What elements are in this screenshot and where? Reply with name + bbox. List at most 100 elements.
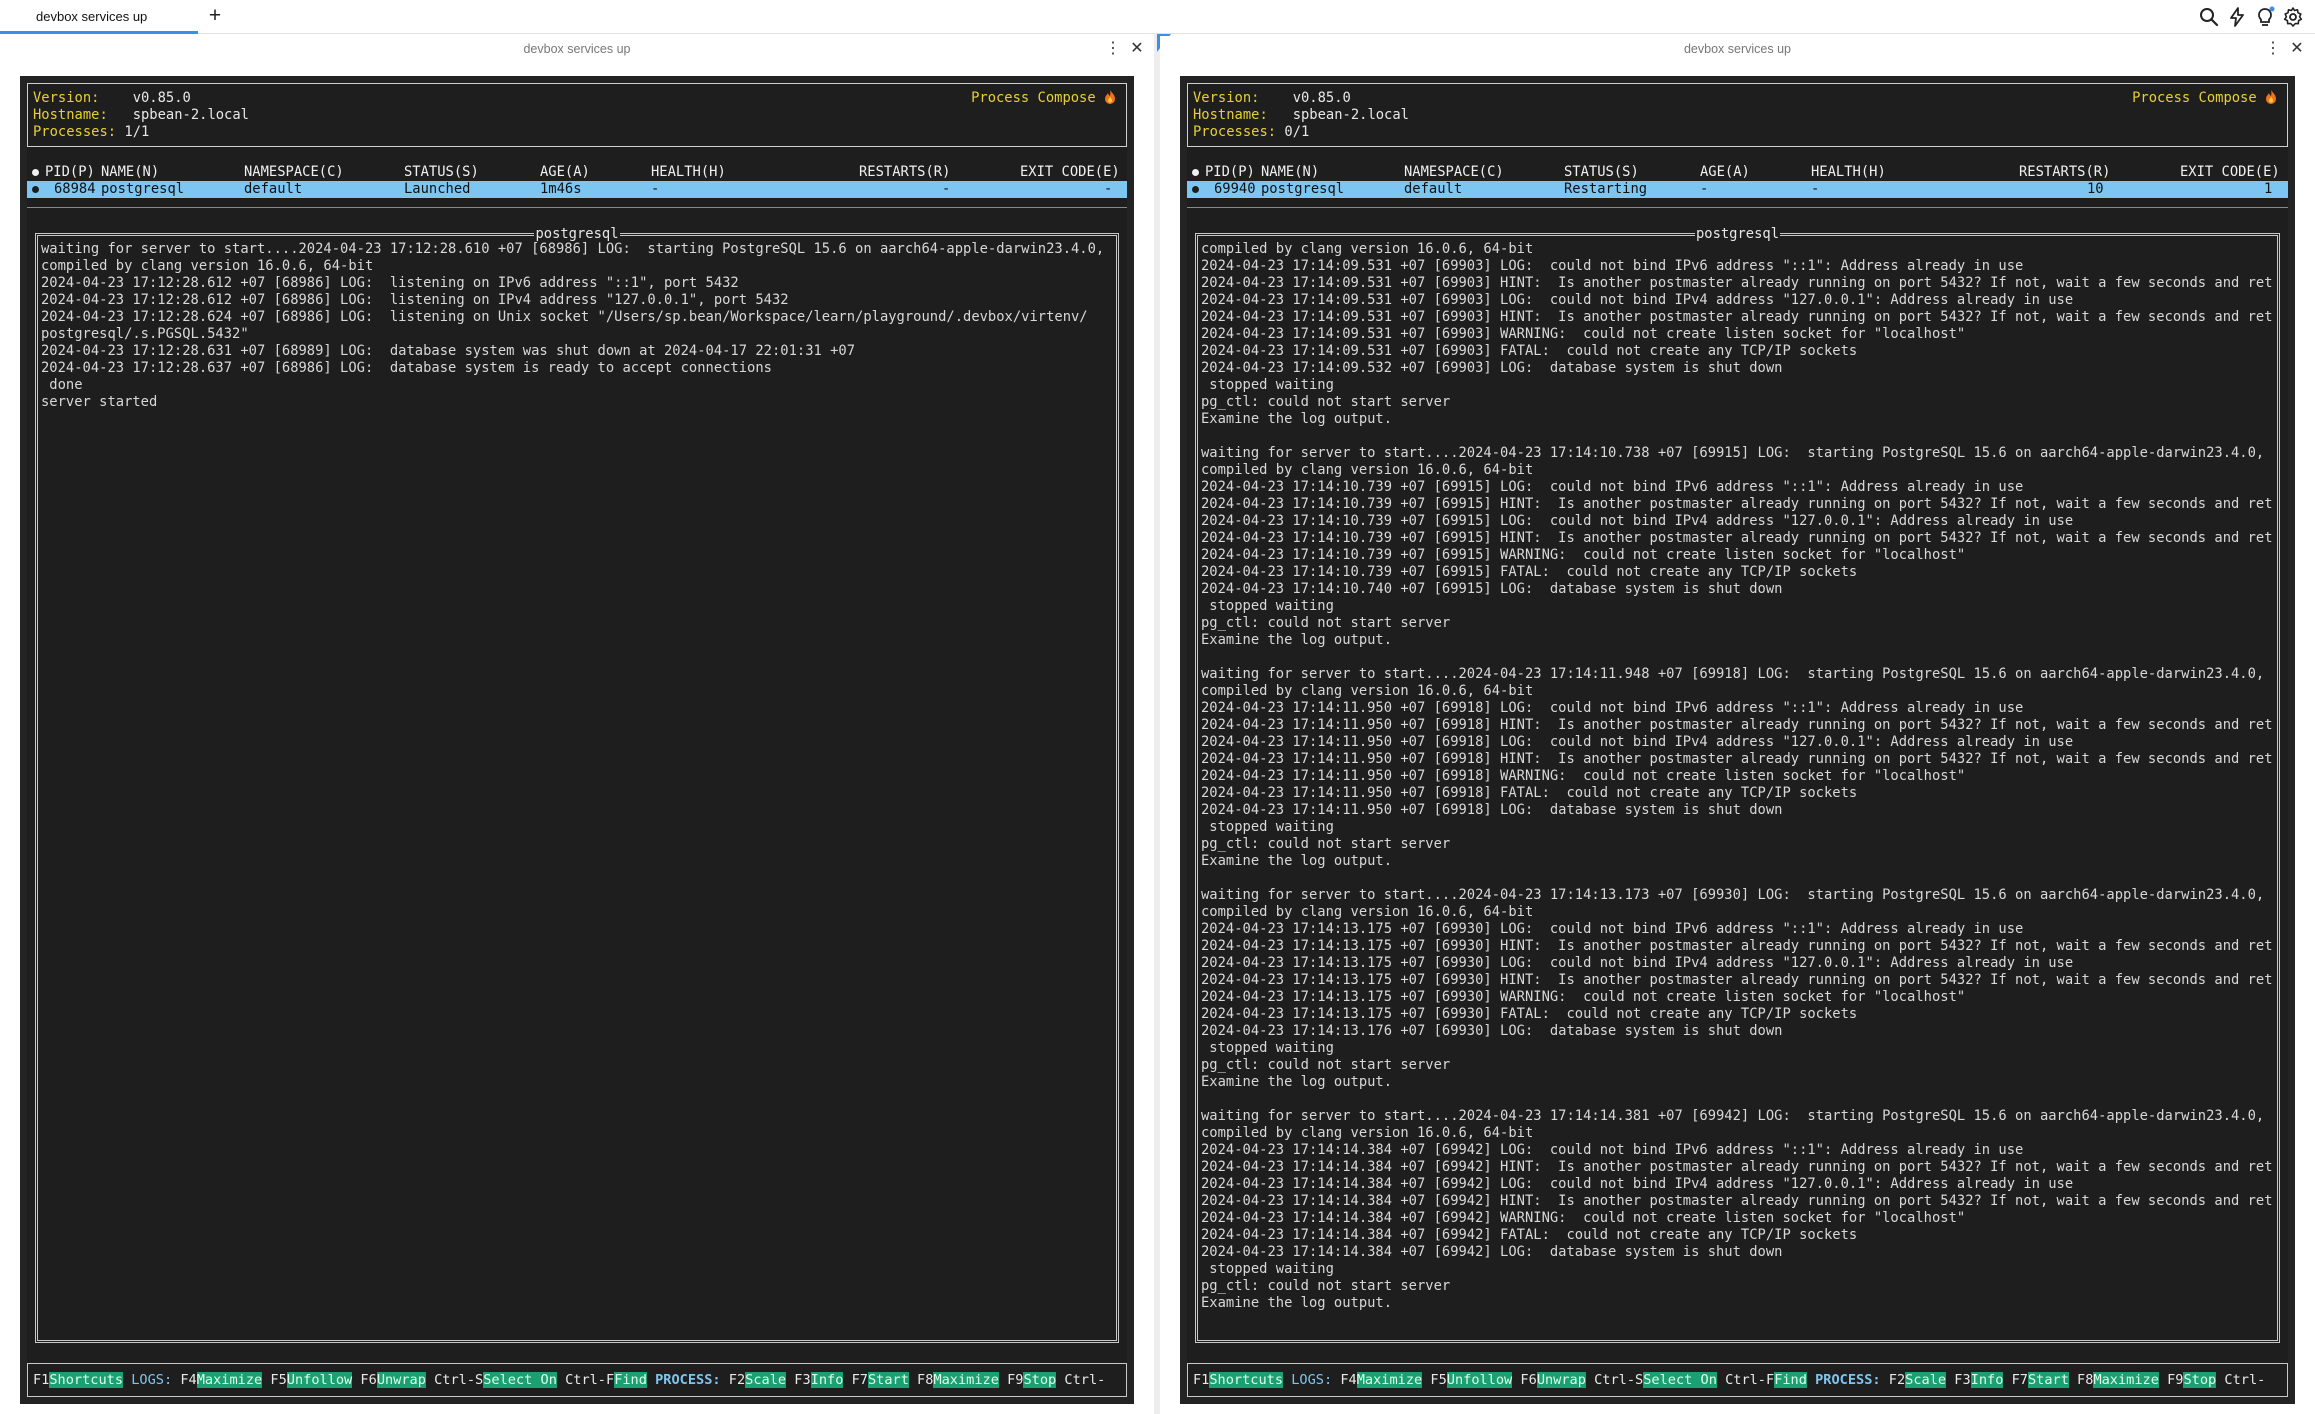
shortcut-action[interactable]: Stop [1023, 1372, 1057, 1388]
shortcut-key: F7 [843, 1372, 868, 1388]
log-title-text: postgresql [1694, 226, 1781, 242]
cell-age: - [1700, 181, 1709, 197]
log-output[interactable]: compiled by clang version 16.0.6, 64-bit… [1201, 241, 2274, 1337]
shortcut-key: Ctrl-S [425, 1372, 484, 1388]
cell-name: postgresql [1261, 181, 1345, 197]
shortcut-action[interactable]: Info [1970, 1372, 2004, 1388]
close-icon[interactable]: ✕ [2289, 40, 2305, 58]
shortcut-action[interactable]: Maximize [1356, 1372, 1423, 1388]
shortcut-action[interactable]: Unfollow [1446, 1372, 1513, 1388]
col-exit-code[interactable]: EXIT CODE(E) [2180, 164, 2280, 181]
log-line: ​ [1201, 428, 2274, 445]
shortcut-key: F6 [352, 1372, 377, 1388]
shortcut-action[interactable]: Find [614, 1372, 647, 1388]
log-line: 2024-04-23 17:14:09.531 +07 [69903] HINT… [1201, 309, 2274, 325]
log-output[interactable]: waiting for server to start....2024-04-2… [41, 241, 1113, 1337]
close-icon[interactable]: ✕ [1129, 40, 1145, 58]
terminal[interactable]: Version: v0.85.0 Hostname: spbean-2.loca… [20, 76, 1134, 1404]
cell-health: - [651, 181, 660, 197]
cell-name: postgresql [101, 181, 185, 197]
info-header: Version: v0.85.0 Hostname: spbean-2.loca… [27, 83, 1127, 147]
col-restarts[interactable]: RESTARTS(R) [2019, 164, 2110, 181]
log-line: 2024-04-23 17:14:11.950 +07 [69918] FATA… [1201, 785, 1858, 801]
col-restarts[interactable]: RESTARTS(R) [859, 164, 950, 181]
hostname-value: spbean-2.local [1292, 107, 1409, 123]
log-line: 2024-04-23 17:14:09.532 +07 [69903] LOG:… [1201, 360, 1783, 376]
shortcut-action[interactable]: Maximize [933, 1372, 999, 1388]
log-line: Examine the log output. [1201, 632, 1393, 648]
shortcut-action[interactable]: Unwrap [1536, 1372, 1586, 1388]
shortcut-action[interactable]: Unwrap [376, 1372, 426, 1388]
tab-devbox-services-up[interactable]: devbox services up [0, 0, 198, 34]
col-age[interactable]: AGE(A) [540, 164, 590, 181]
shortcut-action[interactable]: Maximize [2093, 1372, 2159, 1388]
shortcut-key: F1 [1193, 1372, 1210, 1388]
log-line: stopped waiting [1201, 377, 1334, 393]
search-icon[interactable] [2197, 5, 2221, 29]
cell-health: - [1811, 181, 1820, 197]
log-line: 2024-04-23 17:14:10.739 +07 [69915] FATA… [1201, 564, 1858, 580]
col-name[interactable]: NAME(N) [101, 164, 159, 181]
shortcut-group-label: PROCESS: [646, 1372, 729, 1388]
log-panel[interactable]: postgresql compiled by clang version 16.… [1195, 226, 2280, 1343]
shortcut-action[interactable]: Stop [2183, 1372, 2217, 1388]
log-line: pg_ctl: could not start server [1201, 1057, 1451, 1073]
log-line: stopped waiting [1201, 1040, 1334, 1056]
table-row[interactable]: 69940 postgresql default Restarting - - … [1187, 181, 2288, 198]
shortcut-action[interactable]: Unfollow [286, 1372, 353, 1388]
col-namespace[interactable]: NAMESPACE(C) [1404, 164, 1504, 181]
table-row[interactable]: 68984 postgresql default Launched 1m46s … [27, 181, 1127, 198]
shortcut-action[interactable]: Select On [1643, 1372, 1717, 1388]
log-line: server started [41, 394, 158, 410]
cell-exit-code: - [1104, 181, 1113, 197]
gear-icon[interactable] [2281, 5, 2305, 29]
shortcut-key: Ctrl- [2216, 1372, 2266, 1388]
shortcut-bar: F1Shortcuts LOGS: F4Maximize F5Unfollow … [27, 1363, 1127, 1397]
shortcut-action[interactable]: Scale [1905, 1372, 1947, 1388]
cell-pid: 69940 [1214, 181, 1256, 197]
more-vertical-icon[interactable]: ⋮ [1105, 40, 1121, 58]
log-line: Examine the log output. [1201, 1074, 1393, 1090]
new-tab-button[interactable]: + [204, 3, 226, 29]
more-vertical-icon[interactable]: ⋮ [2265, 40, 2281, 58]
log-line: 2024-04-23 17:14:09.531 +07 [69903] WARN… [1201, 326, 1966, 342]
shortcut-action[interactable]: Shortcuts [49, 1372, 124, 1388]
log-panel[interactable]: postgresql waiting for server to start..… [35, 226, 1119, 1343]
shortcut-action[interactable]: Find [1774, 1372, 1807, 1388]
shortcut-action[interactable]: Info [810, 1372, 844, 1388]
log-line: 2024-04-23 17:14:14.384 +07 [69942] FATA… [1201, 1227, 1858, 1243]
shortcut-key: F5 [262, 1372, 287, 1388]
shortcut-key: Ctrl-S [1585, 1372, 1644, 1388]
col-namespace[interactable]: NAMESPACE(C) [244, 164, 344, 181]
terminal[interactable]: Version: v0.85.0 Hostname: spbean-2.loca… [1180, 76, 2295, 1404]
log-line: 2024-04-23 17:14:10.739 +07 [69915] LOG:… [1201, 513, 2074, 529]
shortcut-action[interactable]: Select On [483, 1372, 557, 1388]
log-line: 2024-04-23 17:14:10.740 +07 [69915] LOG:… [1201, 581, 1783, 597]
shortcut-action[interactable]: Maximize [196, 1372, 263, 1388]
cell-status: Launched [404, 181, 471, 197]
col-name[interactable]: NAME(N) [1261, 164, 1319, 181]
lightbulb-icon[interactable] [2253, 5, 2277, 29]
shortcut-action[interactable]: Start [2027, 1372, 2069, 1388]
col-status[interactable]: STATUS(S) [404, 164, 479, 181]
cell-age: 1m46s [540, 181, 582, 197]
log-line: 2024-04-23 17:14:10.739 +07 [69915] WARN… [1201, 547, 1966, 563]
cell-pid: 68984 [54, 181, 96, 197]
shortcut-action[interactable]: Start [867, 1372, 909, 1388]
divider [27, 207, 1127, 208]
log-line: compiled by clang version 16.0.6, 64-bit [1201, 241, 1534, 257]
bolt-icon[interactable] [2225, 5, 2249, 29]
col-health[interactable]: HEALTH(H) [1811, 164, 1886, 181]
col-age[interactable]: AGE(A) [1700, 164, 1750, 181]
log-title-text: postgresql [534, 226, 620, 242]
col-health[interactable]: HEALTH(H) [651, 164, 726, 181]
brand: Process Compose [971, 90, 1116, 107]
col-exit-code[interactable]: EXIT CODE(E) [1020, 164, 1120, 181]
col-status[interactable]: STATUS(S) [1564, 164, 1639, 181]
log-line: 2024-04-23 17:14:10.739 +07 [69915] HINT… [1201, 496, 2274, 512]
process-table: PID(P) NAME(N) NAMESPACE(C) STATUS(S) AG… [1187, 164, 2288, 198]
shortcut-action[interactable]: Scale [745, 1372, 787, 1388]
shortcut-action[interactable]: Shortcuts [1209, 1372, 1284, 1388]
col-pid[interactable]: PID(P) [45, 164, 95, 181]
col-pid[interactable]: PID(P) [1205, 164, 1255, 181]
